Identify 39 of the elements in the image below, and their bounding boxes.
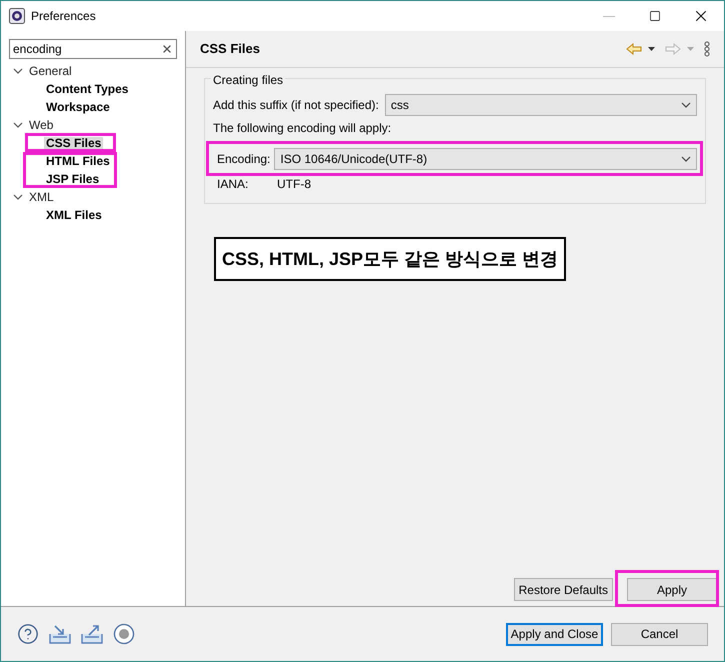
tree-item[interactable]: XML Files xyxy=(44,209,104,221)
import-icon[interactable] xyxy=(49,624,71,644)
tree-item[interactable]: CSS Files xyxy=(44,137,104,149)
chevron-down-icon[interactable] xyxy=(13,120,23,130)
chevron-down-icon[interactable] xyxy=(13,66,23,76)
app-icon xyxy=(9,8,25,24)
suffix-dropdown[interactable]: css xyxy=(384,94,697,116)
tree-item[interactable]: Workspace xyxy=(44,101,112,113)
more-icon[interactable] xyxy=(704,41,710,57)
record-icon[interactable] xyxy=(113,623,135,645)
suffix-label: Add this suffix (if not specified): xyxy=(213,96,379,114)
chevron-down-icon[interactable] xyxy=(13,192,23,202)
chevron-down-icon[interactable] xyxy=(681,102,691,108)
filter-field[interactable]: encoding xyxy=(9,39,177,59)
help-icon[interactable] xyxy=(17,623,39,645)
restore-defaults-button[interactable]: Restore Defaults xyxy=(514,578,613,601)
back-arrow-icon[interactable] xyxy=(626,43,642,55)
tree-item[interactable]: XML xyxy=(29,191,54,203)
chevron-down-icon[interactable] xyxy=(681,156,691,162)
dropdown-icon[interactable] xyxy=(648,47,655,51)
maximize-icon xyxy=(649,10,661,22)
dialog-button[interactable]: Apply and Close xyxy=(506,622,603,646)
clear-icon[interactable] xyxy=(161,43,173,55)
page-title: CSS Files xyxy=(200,40,260,58)
iana-value: UTF-8 xyxy=(277,176,311,193)
tree-item[interactable]: General xyxy=(29,65,72,77)
tree-item[interactable]: JSP Files xyxy=(44,173,102,185)
apply-button[interactable]: Apply xyxy=(627,578,717,601)
encoding-label: Encoding: xyxy=(217,150,270,168)
tree-item[interactable]: Content Types xyxy=(44,83,130,95)
window-title: Preferences xyxy=(31,8,96,25)
tree-item[interactable]: Web xyxy=(29,119,54,131)
export-icon[interactable] xyxy=(81,624,103,644)
encoding-dropdown[interactable]: ISO 10646/Unicode(UTF-8) xyxy=(274,148,697,170)
dialog-button[interactable]: Cancel xyxy=(611,622,708,646)
tree-item[interactable]: HTML Files xyxy=(44,155,112,167)
annotation-callout: CSS, HTML, JSP모두 같은 방식으로 변경 xyxy=(214,237,566,281)
encoding-note: The following encoding will apply: xyxy=(213,120,392,137)
iana-label: IANA: xyxy=(217,176,250,193)
